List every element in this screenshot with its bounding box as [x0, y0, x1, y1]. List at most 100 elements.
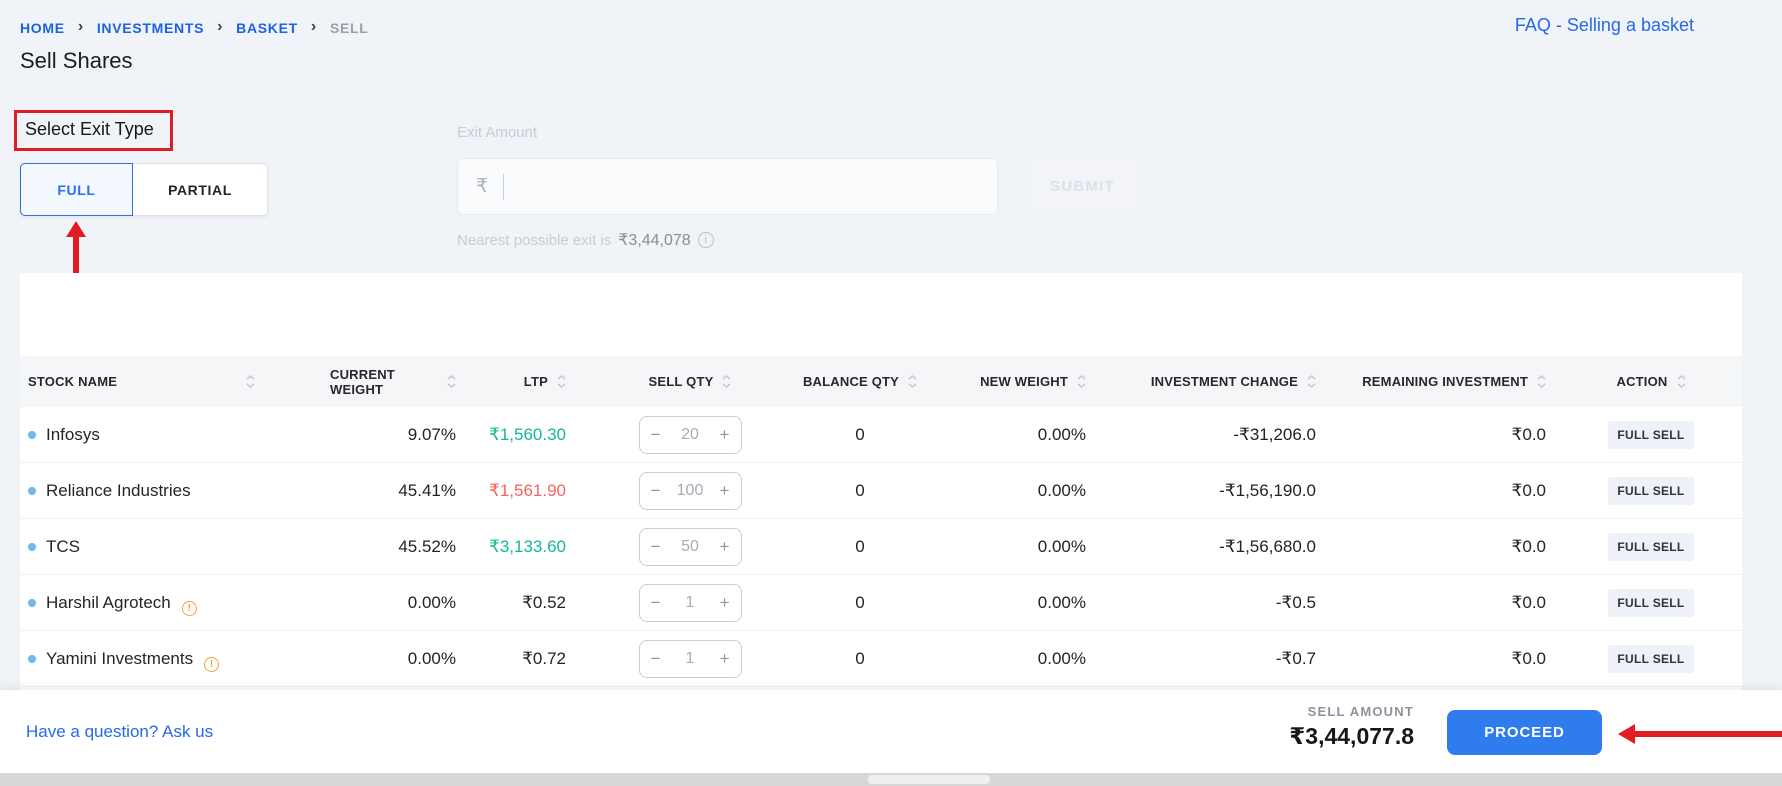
scrollbar-thumb[interactable] — [868, 775, 990, 784]
page-title: Sell Shares — [20, 48, 133, 73]
table-row: TCS 45.52% ₹3,133.60 − 50 + 0 0.00% -₹1,… — [20, 519, 1742, 575]
full-sell-badge[interactable]: FULL SELL — [1608, 532, 1694, 561]
exit-type-partial-button[interactable]: PARTIAL — [133, 163, 268, 216]
full-sell-badge[interactable]: FULL SELL — [1608, 476, 1694, 505]
submit-button[interactable]: SUBMIT — [1026, 160, 1139, 213]
current-weight-value: 0.00% — [407, 648, 456, 668]
column-header-investment-change[interactable]: INVESTMENT CHANGE — [1100, 374, 1330, 389]
remaining-investment-value: ₹0.0 — [1511, 648, 1546, 668]
proceed-button[interactable]: PROCEED — [1447, 710, 1602, 755]
remaining-investment-value: ₹0.0 — [1511, 424, 1546, 444]
stock-name-cell: Infosys — [20, 425, 330, 445]
increment-button[interactable]: + — [720, 537, 730, 557]
ltp-value: ₹0.72 — [522, 648, 566, 668]
sort-icon[interactable] — [447, 375, 456, 388]
table-row: Yamini Investments ! 0.00% ₹0.72 − 1 + 0… — [20, 631, 1742, 687]
decrement-button[interactable]: − — [651, 537, 661, 557]
balance-qty-value: 0 — [855, 648, 865, 668]
full-sell-badge[interactable]: FULL SELL — [1608, 420, 1694, 449]
decrement-button[interactable]: − — [651, 425, 661, 445]
breadcrumb-basket[interactable]: BASKET — [236, 20, 298, 36]
faq-link[interactable]: FAQ - Selling a basket — [1515, 15, 1694, 36]
sell-amount-label: SELL AMOUNT — [1307, 704, 1414, 719]
stock-name: TCS — [46, 536, 80, 556]
sell-qty-value: 20 — [681, 425, 699, 443]
stock-dot-icon — [28, 486, 36, 495]
hint-text: Nearest possible exit is — [457, 231, 612, 249]
chevron-right-icon: › — [217, 18, 224, 35]
sort-icon[interactable] — [246, 375, 255, 388]
stock-dot-icon — [28, 430, 36, 439]
new-weight-value: 0.00% — [1037, 592, 1086, 612]
increment-button[interactable]: + — [720, 593, 730, 613]
sort-icon[interactable] — [908, 375, 917, 388]
quantity-stepper[interactable]: − 1 + — [638, 639, 742, 678]
sort-icon[interactable] — [722, 375, 731, 388]
quantity-stepper[interactable]: − 1 + — [638, 583, 742, 622]
sort-icon[interactable] — [1677, 375, 1686, 388]
stock-dot-icon — [28, 654, 36, 663]
table-row: Reliance Industries 45.41% ₹1,561.90 − 1… — [20, 463, 1742, 519]
breadcrumb-investments[interactable]: INVESTMENTS — [97, 20, 204, 36]
horizontal-scrollbar[interactable] — [0, 773, 1782, 786]
column-header-new-weight[interactable]: NEW WEIGHT — [920, 374, 1100, 389]
sell-amount-value: ₹3,44,077.8 — [1289, 723, 1414, 749]
column-header-remaining-investment[interactable]: REMAINING INVESTMENT — [1330, 374, 1560, 389]
exit-type-full-button[interactable]: FULL — [20, 163, 133, 216]
table-header-row: STOCK NAME CURRENT WEIGHT LTP SELL QTY B… — [20, 356, 1742, 407]
column-header-current-weight[interactable]: CURRENT WEIGHT — [330, 367, 470, 397]
column-header-ltp[interactable]: LTP — [470, 374, 580, 389]
table-row: Harshil Agrotech ! 0.00% ₹0.52 − 1 + 0 0… — [20, 575, 1742, 631]
breadcrumb-sell: SELL — [329, 20, 369, 36]
column-header-action[interactable]: ACTION — [1560, 374, 1742, 389]
sort-icon[interactable] — [1077, 375, 1086, 388]
table-body: Infosys 9.07% ₹1,560.30 − 20 + 0 0.00% -… — [20, 407, 1742, 687]
exit-amount-field[interactable]: ₹ — [457, 158, 998, 215]
sort-icon[interactable] — [1537, 375, 1546, 388]
increment-button[interactable]: + — [720, 481, 730, 501]
hint-amount: ₹3,44,078 — [618, 232, 691, 249]
breadcrumb-home[interactable]: HOME — [20, 20, 65, 36]
investment-change-value: -₹31,206.0 — [1233, 424, 1316, 444]
stock-dot-icon — [28, 598, 36, 607]
increment-button[interactable]: + — [720, 425, 730, 445]
full-sell-badge[interactable]: FULL SELL — [1608, 644, 1694, 673]
new-weight-value: 0.00% — [1037, 424, 1086, 444]
decrement-button[interactable]: − — [651, 593, 661, 613]
table-row: Infosys 9.07% ₹1,560.30 − 20 + 0 0.00% -… — [20, 407, 1742, 463]
warning-icon[interactable]: ! — [204, 657, 220, 672]
ltp-value: ₹3,133.60 — [489, 536, 566, 556]
column-header-sell-qty[interactable]: SELL QTY — [580, 374, 800, 389]
increment-button[interactable]: + — [720, 649, 730, 669]
column-header-balance-qty[interactable]: BALANCE QTY — [800, 374, 920, 389]
new-weight-value: 0.00% — [1037, 536, 1086, 556]
quantity-stepper[interactable]: − 50 + — [638, 527, 742, 566]
investment-change-value: -₹1,56,190.0 — [1219, 480, 1316, 500]
info-icon[interactable]: i — [697, 232, 714, 248]
stock-name: Infosys — [46, 424, 100, 444]
stock-dot-icon — [28, 542, 36, 551]
exit-type-segment: FULL PARTIAL — [20, 163, 268, 216]
full-sell-badge[interactable]: FULL SELL — [1608, 588, 1694, 617]
column-header-stock-name[interactable]: STOCK NAME — [20, 374, 330, 389]
sort-icon[interactable] — [1307, 375, 1316, 388]
remaining-investment-value: ₹0.0 — [1511, 480, 1546, 500]
sell-shares-page: HOME › INVESTMENTS › BASKET › SELL FAQ -… — [0, 0, 1782, 786]
balance-qty-value: 0 — [855, 592, 865, 612]
stock-name: Yamini Investments — [46, 648, 194, 668]
ask-us-link[interactable]: Have a question? Ask us — [26, 722, 213, 742]
quantity-stepper[interactable]: − 20 + — [638, 415, 742, 454]
new-weight-value: 0.00% — [1037, 480, 1086, 500]
nearest-exit-hint: Nearest possible exit is ₹3,44,078 i — [457, 230, 714, 250]
red-arrow-left-shaft — [1633, 731, 1782, 737]
text-cursor — [503, 173, 505, 200]
holdings-table-card: STOCK NAME CURRENT WEIGHT LTP SELL QTY B… — [20, 273, 1742, 690]
sort-icon[interactable] — [557, 375, 566, 388]
stock-name-cell: Yamini Investments ! — [20, 645, 330, 672]
sell-qty-value: 50 — [681, 537, 699, 555]
decrement-button[interactable]: − — [651, 481, 661, 501]
decrement-button[interactable]: − — [651, 649, 661, 669]
quantity-stepper[interactable]: − 100 + — [638, 471, 742, 510]
warning-icon[interactable]: ! — [181, 601, 197, 616]
new-weight-value: 0.00% — [1037, 648, 1086, 668]
